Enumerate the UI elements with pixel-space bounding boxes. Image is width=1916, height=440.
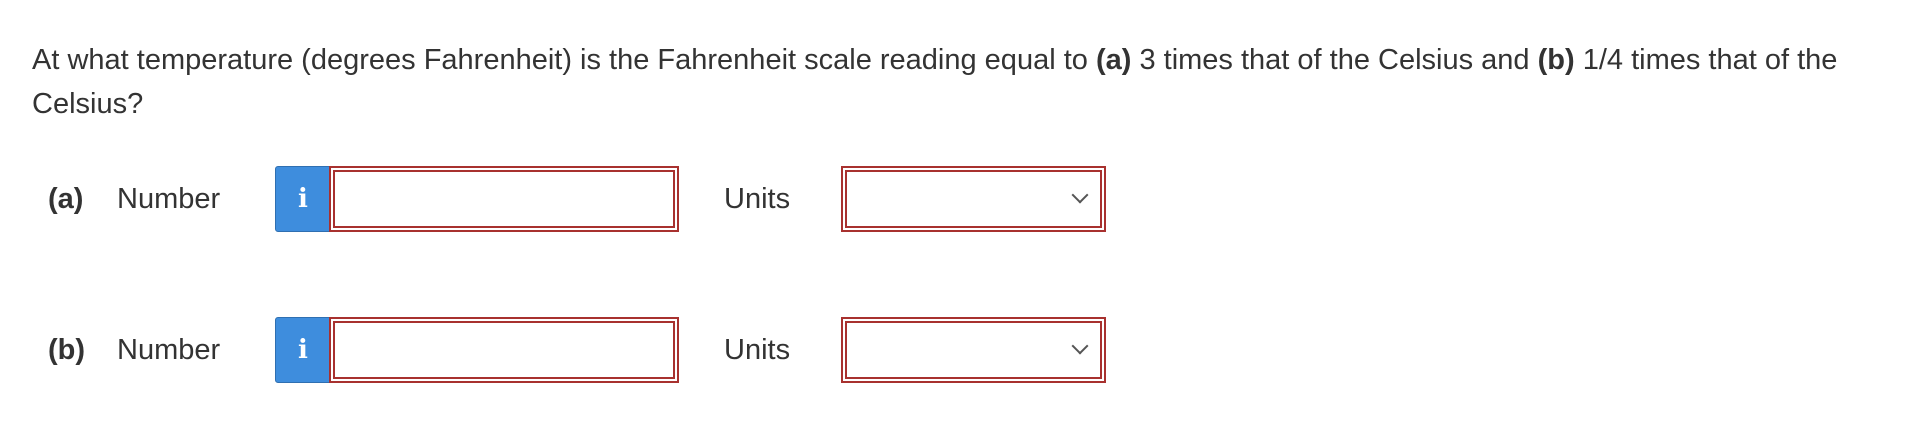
info-button-a[interactable]: i bbox=[275, 166, 331, 232]
info-icon: i bbox=[298, 335, 308, 365]
number-input-a[interactable] bbox=[329, 166, 679, 232]
question-prefix: At what temperature (degrees Fahrenheit)… bbox=[32, 44, 1096, 76]
units-select-b[interactable] bbox=[841, 317, 1106, 383]
question-part-a-marker: (a) bbox=[1095, 44, 1132, 76]
units-select-a[interactable] bbox=[841, 166, 1106, 232]
question-part-a-text: 3 times that of the Celsius and bbox=[1131, 44, 1538, 76]
chevron-down-icon bbox=[1071, 337, 1089, 355]
answer-row-a: (a) Number i Units bbox=[0, 166, 1916, 232]
number-label-b: Number bbox=[117, 334, 221, 366]
part-b-label: (b) bbox=[48, 334, 86, 366]
number-input-b[interactable] bbox=[329, 317, 679, 383]
info-icon: i bbox=[298, 184, 308, 214]
number-label-a: Number bbox=[117, 183, 221, 215]
part-a-label: (a) bbox=[48, 183, 84, 215]
info-button-b[interactable]: i bbox=[275, 317, 331, 383]
answer-row-b: (b) Number i Units bbox=[0, 317, 1916, 383]
chevron-down-icon bbox=[1071, 186, 1089, 204]
units-label-b: Units bbox=[724, 334, 791, 366]
units-label-a: Units bbox=[724, 183, 791, 215]
question-text: At what temperature (degrees Fahrenheit)… bbox=[32, 38, 1902, 126]
question-part-b-marker: (b) bbox=[1537, 44, 1575, 76]
question-page: At what temperature (degrees Fahrenheit)… bbox=[0, 0, 1916, 440]
